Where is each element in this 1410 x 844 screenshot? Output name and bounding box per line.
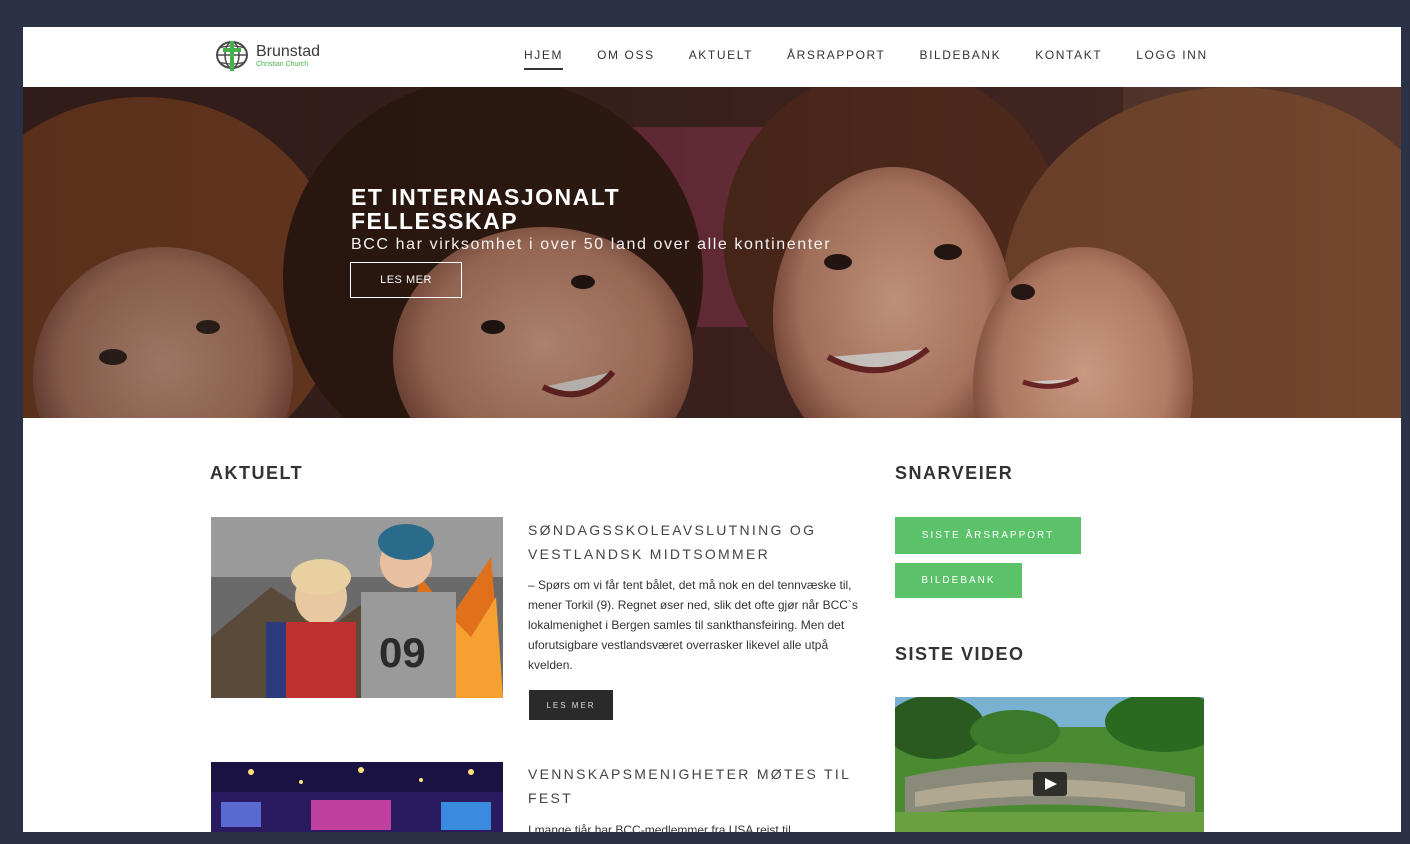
article-1-image[interactable]: 09: [211, 517, 503, 698]
hero-banner: ET INTERNASJONALT FELLESSKAP BCC har vir…: [23, 87, 1401, 418]
article-1-title[interactable]: SØNDAGSSKOLEAVSLUTNING OG VESTLANDSK MID…: [528, 518, 858, 566]
svg-text:09: 09: [379, 629, 426, 676]
article-2-image[interactable]: [211, 762, 503, 832]
brand-subtitle: Christian Church: [256, 61, 309, 68]
article-2-title[interactable]: VENNSKAPSMENIGHETER MØTES TIL FEST: [528, 762, 858, 810]
article-1-excerpt: – Spørs om vi får tent bålet, det må nok…: [528, 578, 858, 672]
hero-read-more-button[interactable]: LES MER: [350, 262, 462, 298]
video-heading: SISTE VIDEO: [895, 644, 1025, 664]
brand-logo[interactable]: Brunstad Christian Church: [213, 39, 320, 73]
nav-item-om-oss[interactable]: OM OSS: [597, 48, 655, 70]
main-menu: HJEM OM OSS AKTUELT ÅRSRAPPORT BILDEBANK…: [524, 48, 1242, 70]
hero-title: ET INTERNASJONALT FELLESSKAP: [351, 184, 621, 234]
globe-cross-logo-icon: [216, 41, 248, 71]
nav-item-aktuelt[interactable]: AKTUELT: [689, 48, 753, 70]
latest-video-player[interactable]: [895, 697, 1204, 832]
top-navigation: Brunstad Christian Church HJEM OM OSS AK…: [23, 27, 1401, 87]
image-bank-button[interactable]: BILDEBANK: [895, 563, 1022, 598]
nav-item-kontakt[interactable]: KONTAKT: [1035, 48, 1102, 70]
outdoor-gathering-video-thumbnail: [895, 697, 1204, 832]
browser-viewport: Brunstad Christian Church HJEM OM OSS AK…: [23, 27, 1401, 832]
nav-item-arsrapport[interactable]: ÅRSRAPPORT: [787, 48, 885, 70]
shortcuts-heading: SNARVEIER: [895, 463, 1014, 483]
nav-item-bildebank[interactable]: BILDEBANK: [919, 48, 1001, 70]
news-heading: AKTUELT: [210, 463, 304, 483]
concert-stage-photo: [211, 762, 503, 832]
article-1-read-more-button[interactable]: LES MER: [529, 690, 613, 720]
hero-subtitle: BCC har virksomhet i over 50 land over a…: [351, 236, 832, 253]
latest-annual-report-button[interactable]: SISTE ÅRSRAPPORT: [895, 517, 1081, 554]
article-2-excerpt: I mange tiår har BCC-medlemmer fra USA r…: [528, 823, 791, 832]
kids-by-bonfire-photo: 09: [211, 517, 503, 698]
brand-name: Brunstad: [256, 43, 321, 60]
nav-item-logg-inn[interactable]: LOGG INN: [1136, 48, 1207, 70]
nav-item-hjem[interactable]: HJEM: [524, 48, 564, 70]
